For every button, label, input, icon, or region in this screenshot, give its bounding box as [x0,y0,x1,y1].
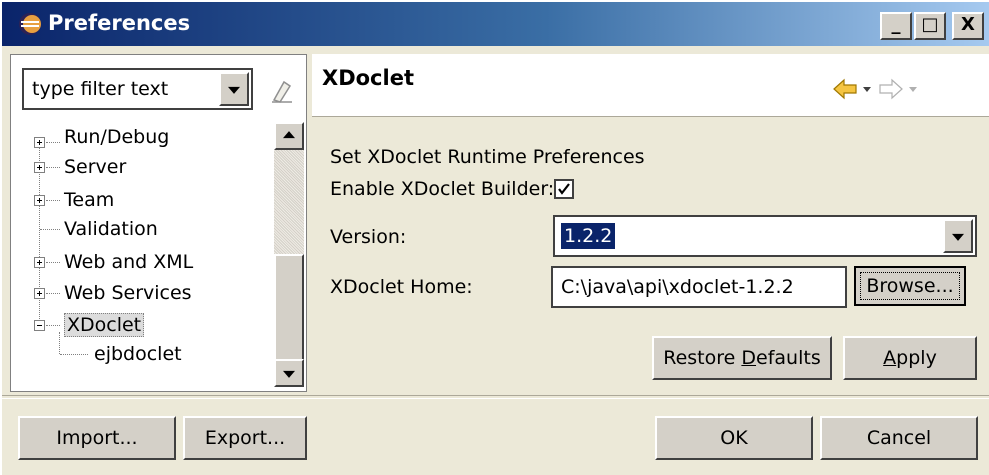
restore-defaults-label: Restore Defaults [654,347,830,369]
enable-builder-checkbox[interactable] [554,179,574,199]
back-arrow-icon[interactable] [832,78,858,100]
page-title: XDoclet [322,66,414,90]
close-icon: X [961,14,975,35]
chevron-up-icon [283,131,295,139]
expand-icon[interactable] [34,257,45,268]
version-value: 1.2.2 [561,223,616,249]
restore-suffix: efaults [756,347,821,369]
preferences-window: Preferences _ □ X type filter text Run/D… [0,0,989,475]
tree-item-ejbdoclet[interactable]: ejbdoclet [94,339,182,369]
version-select[interactable]: 1.2.2 [553,215,977,257]
filter-dropdown-button[interactable] [219,72,249,106]
apply-mnemonic: A [883,347,897,369]
expand-icon[interactable] [34,162,45,173]
page-header: XDoclet [312,54,989,117]
eclipse-icon [19,13,41,35]
tree-connector [46,142,60,143]
eraser-icon[interactable] [268,78,294,104]
tree-item-team[interactable]: Team [64,185,114,215]
forward-arrow-icon[interactable] [878,78,904,100]
chevron-down-icon [283,370,295,378]
scroll-thumb[interactable] [274,254,304,361]
apply-button[interactable]: Apply [843,336,977,380]
chevron-down-icon [228,86,240,94]
tree-connector [60,354,88,355]
restore-mnemonic: D [741,347,757,369]
tree-item-validation[interactable]: Validation [64,214,158,244]
minimize-button[interactable]: _ [880,12,912,40]
browse-label: Browse... [866,275,954,297]
version-label: Version: [330,226,407,248]
collapse-icon[interactable] [34,320,45,331]
import-label: Import... [56,427,138,449]
apply-suffix: pply [896,347,937,369]
close-button[interactable]: X [952,12,984,40]
expand-icon[interactable] [34,288,45,299]
xdoclet-home-label: XDoclet Home: [330,276,473,298]
scroll-up-button[interactable] [274,122,304,150]
xdoclet-home-value: C:\java\api\xdoclet-1.2.2 [561,276,794,298]
filter-combo[interactable]: type filter text [22,68,253,110]
tree-connector [40,229,60,230]
tree-connector [46,293,60,294]
import-button[interactable]: Import... [18,416,176,460]
apply-label: Apply [845,347,975,369]
tree-item-label: XDoclet [64,313,145,337]
browse-button[interactable]: Browse... [854,266,966,306]
tree-connector [59,332,60,354]
maximize-button[interactable]: □ [914,12,946,40]
expand-icon[interactable] [34,195,45,206]
checkmark-icon [558,183,570,195]
enable-builder-label: Enable XDoclet Builder: [330,178,555,200]
tree-item-xdoclet[interactable]: XDoclet [64,310,145,340]
tree-connector [46,167,60,168]
minimize-icon: _ [891,14,901,35]
cancel-label: Cancel [866,427,932,449]
title-bar[interactable]: Preferences _ □ X [2,2,989,46]
maximize-icon: □ [921,14,939,35]
tree-connector [46,200,60,201]
forward-menu-icon[interactable] [908,86,918,94]
cancel-button[interactable]: Cancel [820,416,978,460]
tree-scrollbar[interactable] [274,122,304,387]
tree-item-server[interactable]: Server [64,152,126,182]
back-menu-icon[interactable] [862,86,872,94]
window-title: Preferences [48,11,191,35]
tree-item-web-and-xml[interactable]: Web and XML [64,247,193,277]
restore-prefix: Restore [663,347,742,369]
tree-item-web-services[interactable]: Web Services [64,278,192,308]
xdoclet-home-field[interactable]: C:\java\api\xdoclet-1.2.2 [551,266,847,308]
footer-separator [2,395,989,399]
export-button[interactable]: Export... [183,416,307,460]
scroll-down-button[interactable] [274,359,304,387]
filter-input[interactable]: type filter text [32,78,168,100]
export-label: Export... [204,427,286,449]
chevron-down-icon [952,233,964,241]
tree-item-run-debug[interactable]: Run/Debug [64,122,169,152]
page-description: Set XDoclet Runtime Preferences [330,146,645,168]
ok-button[interactable]: OK [655,416,813,460]
version-dropdown-button[interactable] [943,219,973,253]
restore-defaults-button[interactable]: Restore Defaults [652,336,832,380]
expand-icon[interactable] [34,137,45,148]
tree-connector [46,262,60,263]
ok-label: OK [720,427,748,449]
tree-connector [46,325,60,326]
